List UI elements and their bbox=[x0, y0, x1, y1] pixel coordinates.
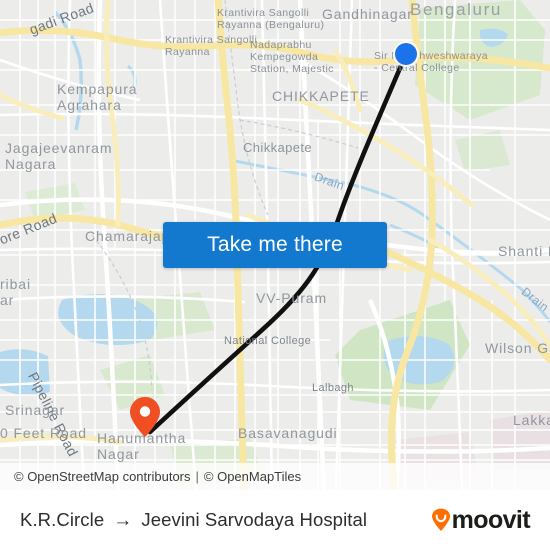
origin-marker-blue-dot[interactable] bbox=[395, 43, 417, 65]
take-me-there-label: Take me there bbox=[207, 233, 343, 256]
openmaptiles-attribution-link[interactable]: © OpenMapTiles bbox=[204, 469, 301, 484]
destination-marker-pin[interactable] bbox=[129, 396, 161, 438]
footer-bar: K.R.Circle → Jeevini Sarvodaya Hospital … bbox=[0, 490, 550, 550]
destination-station-label[interactable]: Jeevini Sarvodaya Hospital bbox=[141, 509, 367, 531]
moovit-drop-icon bbox=[431, 508, 451, 532]
moovit-route-map-screenshot: .rd-minor { stroke:#ffffff; stroke-width… bbox=[0, 0, 550, 550]
attribution-separator: | bbox=[195, 469, 199, 484]
arrow-right-icon: → bbox=[113, 509, 133, 531]
take-me-there-button[interactable]: Take me there bbox=[163, 222, 387, 268]
moovit-logo[interactable]: moovit bbox=[431, 505, 531, 534]
osm-attribution-link[interactable]: © OpenStreetMap contributors bbox=[14, 469, 191, 484]
origin-station-label[interactable]: K.R.Circle bbox=[20, 509, 104, 531]
map-attribution-bar: © OpenStreetMap contributors | © OpenMap… bbox=[0, 463, 550, 490]
moovit-wordmark: moovit bbox=[451, 505, 531, 534]
map-canvas[interactable]: .rd-minor { stroke:#ffffff; stroke-width… bbox=[0, 0, 550, 490]
route-summary: K.R.Circle → Jeevini Sarvodaya Hospital bbox=[20, 509, 367, 531]
